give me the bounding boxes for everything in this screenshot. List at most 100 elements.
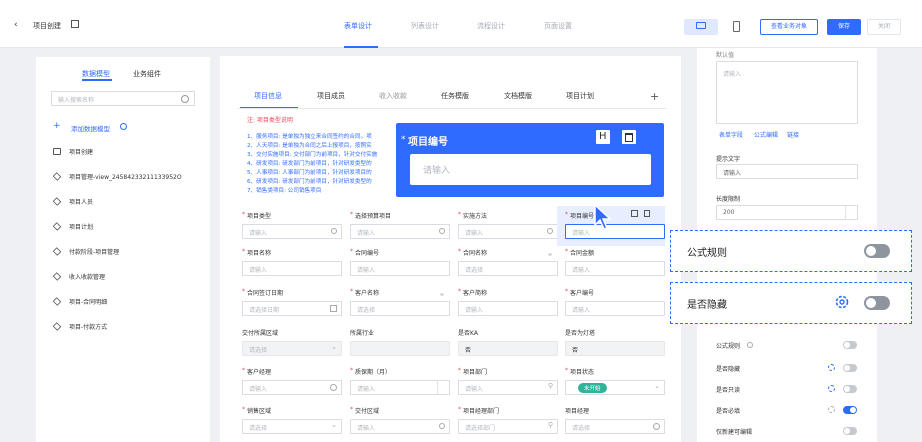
field-input[interactable]: 请输入 bbox=[242, 224, 342, 239]
gear-icon[interactable] bbox=[828, 364, 835, 371]
field-input[interactable]: 否 bbox=[565, 341, 665, 356]
switch-toggle[interactable] bbox=[843, 341, 857, 349]
model-list-item[interactable]: 项目管理-view_24584233211133952O bbox=[50, 170, 200, 184]
gear-icon[interactable] bbox=[834, 294, 850, 310]
form-field[interactable]: * 实施方法 请输入 bbox=[458, 211, 558, 243]
gear-icon[interactable] bbox=[828, 385, 835, 392]
trash-icon[interactable] bbox=[644, 210, 650, 217]
form-field[interactable]: 是否KA 否 bbox=[458, 328, 558, 360]
form-tab[interactable]: 任务模版 bbox=[441, 91, 469, 101]
field-input[interactable]: 请选择 ⌄ bbox=[242, 341, 342, 356]
tab-page-settings[interactable]: 页面设置 bbox=[544, 21, 572, 31]
delete-field-button[interactable] bbox=[622, 130, 636, 144]
form-field[interactable]: * 合同金额 请输入 bbox=[565, 248, 665, 280]
model-list-item[interactable]: 项目-合同明细 bbox=[50, 295, 200, 309]
field-input[interactable]: 请选择部门 ⚲ bbox=[458, 419, 558, 434]
form-field[interactable]: 所属行业 bbox=[350, 328, 450, 360]
model-list-item[interactable]: 付款阶段-项目管理 bbox=[50, 245, 200, 259]
desktop-view-button[interactable] bbox=[684, 19, 718, 35]
field-input[interactable]: 请输入 bbox=[242, 380, 342, 395]
stepper-icon[interactable] bbox=[845, 206, 857, 219]
form-field[interactable]: * 客户经理 请输入 bbox=[242, 367, 342, 399]
copy-icon[interactable] bbox=[631, 210, 638, 217]
field-input[interactable]: 请输入 bbox=[565, 261, 665, 276]
default-value-textarea[interactable]: 请输入 bbox=[716, 61, 858, 124]
field-input[interactable]: 请输入 bbox=[458, 301, 558, 316]
tab-flow-design[interactable]: 流程设计 bbox=[477, 21, 505, 31]
link-link[interactable]: 链接 bbox=[787, 130, 799, 139]
edit-icon[interactable] bbox=[71, 20, 79, 28]
h-toggle-button[interactable]: H bbox=[596, 130, 610, 144]
switch-toggle[interactable] bbox=[843, 427, 857, 435]
form-field[interactable]: * 选择预算项目 请输入 bbox=[350, 211, 450, 243]
form-field[interactable]: * 质保期（月） 请输入 bbox=[350, 367, 450, 399]
model-list-item[interactable]: 项目人员 bbox=[50, 195, 200, 209]
mobile-icon[interactable] bbox=[733, 21, 740, 32]
form-tab[interactable]: 文档模版 bbox=[504, 91, 532, 101]
add-tab-icon[interactable]: + bbox=[650, 90, 659, 103]
form-tab[interactable]: 项目信息 bbox=[254, 91, 282, 101]
field-input[interactable]: 请选择 ⌄ bbox=[242, 419, 342, 434]
field-input[interactable]: 请选择日期 bbox=[242, 301, 342, 316]
field-input[interactable] bbox=[350, 341, 450, 356]
field-input[interactable]: 请输入 ⚲ bbox=[458, 380, 558, 395]
field-input[interactable]: 请输入 bbox=[458, 224, 558, 239]
form-field[interactable]: * 合同编号 请输入 bbox=[350, 248, 450, 280]
formula-rule-toggle[interactable] bbox=[864, 244, 890, 258]
form-field[interactable]: * 项目名称 请输入 bbox=[242, 248, 342, 280]
field-input[interactable]: 请输入 bbox=[350, 224, 450, 239]
add-model-plus-icon[interactable]: + bbox=[53, 121, 61, 131]
gear-icon[interactable] bbox=[828, 406, 835, 413]
view-business-object-button[interactable]: 查看业务对象 bbox=[760, 19, 818, 35]
model-list-item[interactable]: 项目创建 bbox=[50, 145, 200, 159]
field-input[interactable]: 请输入 bbox=[565, 301, 665, 316]
form-field[interactable]: 项目经理 请选择 bbox=[565, 406, 665, 438]
field-input[interactable]: 请选择 ⚭ bbox=[350, 291, 450, 316]
prompt-text-input[interactable]: 请输入 bbox=[716, 164, 858, 179]
switch-toggle[interactable] bbox=[843, 406, 857, 414]
length-limit-input[interactable]: 200 bbox=[716, 205, 858, 220]
add-data-model-link[interactable]: 添加数据模型 bbox=[71, 123, 110, 133]
model-search-input[interactable]: 输入搜索名称 bbox=[51, 91, 195, 106]
model-list-item[interactable]: 项目计划 bbox=[50, 220, 200, 234]
tab-form-design[interactable]: 表单设计 bbox=[344, 0, 378, 48]
form-field[interactable]: * 交付区域 请输入 bbox=[350, 406, 450, 438]
tab-list-design[interactable]: 列表设计 bbox=[411, 21, 439, 31]
field-input[interactable]: 请输入 bbox=[350, 380, 450, 395]
tab-data-model[interactable]: 数据模型 bbox=[82, 69, 110, 79]
field-input[interactable]: 否 bbox=[458, 341, 558, 356]
field-input[interactable]: 请选择 bbox=[565, 419, 665, 434]
form-field[interactable]: * 客户名称 请选择 ⚭ bbox=[350, 288, 450, 320]
link-formula-edit[interactable]: 公式编辑 bbox=[754, 130, 778, 139]
field-input[interactable]: 请选择 ⚭ bbox=[458, 251, 558, 276]
form-field[interactable]: 是否为灯塔否 bbox=[565, 328, 665, 360]
form-field[interactable]: * 合同签订日期 请选择日期 bbox=[242, 288, 342, 320]
form-field[interactable]: * 项目经理部门 请选择部门 ⚲ bbox=[458, 406, 558, 438]
tab-business-component[interactable]: 业务组件 bbox=[133, 69, 161, 79]
form-field[interactable]: * 合同名称 请选择 ⚭ bbox=[458, 248, 558, 280]
dragged-field-card[interactable]: * 项目编号 H 请输入 bbox=[396, 123, 664, 197]
form-field[interactable]: * 项目部门 请输入 ⚲ bbox=[458, 367, 558, 399]
form-tab[interactable]: 项目计划 bbox=[566, 91, 594, 101]
field-input[interactable]: 请输入 bbox=[565, 224, 665, 239]
is-hidden-toggle[interactable] bbox=[864, 296, 890, 310]
field-input[interactable]: 未开始 ⌄ bbox=[565, 380, 665, 395]
back-icon[interactable]: ‹ bbox=[14, 20, 18, 30]
form-tab[interactable]: 收入收款 bbox=[379, 91, 407, 101]
stepper-icon[interactable] bbox=[437, 381, 449, 394]
model-list-item[interactable]: 收入收款管理 bbox=[50, 270, 200, 284]
model-list-item[interactable]: 项目-付款方式 bbox=[50, 320, 200, 334]
form-field[interactable]: * 销售区域 请选择 ⌄ bbox=[242, 406, 342, 438]
is-hidden-callout[interactable]: 是否隐藏 bbox=[670, 282, 912, 324]
dragged-field-input[interactable]: 请输入 bbox=[410, 154, 651, 185]
close-button[interactable]: 关闭 bbox=[867, 19, 901, 35]
field-input[interactable]: 请输入 bbox=[350, 419, 450, 434]
field-input[interactable]: 请输入 bbox=[242, 261, 342, 276]
switch-toggle[interactable] bbox=[843, 385, 857, 393]
form-field[interactable]: * 项目状态 未开始 ⌄ bbox=[565, 367, 665, 399]
field-input[interactable]: 请输入 bbox=[350, 261, 450, 276]
form-field[interactable]: * 客户简称 请输入 bbox=[458, 288, 558, 320]
form-field[interactable]: * 项目类型 请输入 bbox=[242, 211, 342, 243]
form-tab[interactable]: 项目成员 bbox=[317, 91, 345, 101]
link-form-fields[interactable]: 表单字段 bbox=[719, 130, 743, 139]
